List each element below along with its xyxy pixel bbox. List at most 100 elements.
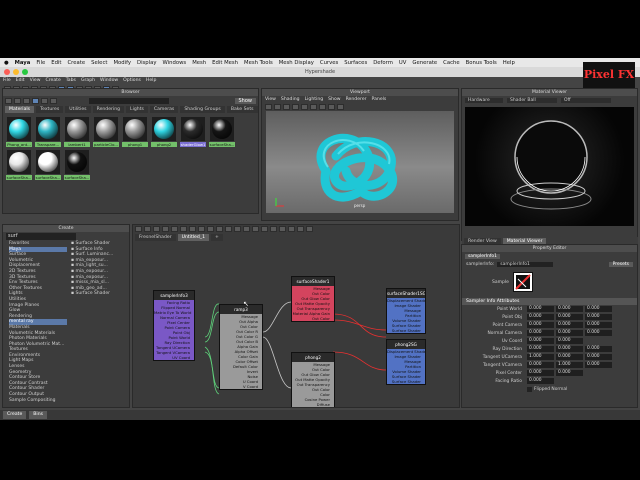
graph-btn[interactable] bbox=[153, 226, 160, 232]
graph-btn[interactable] bbox=[189, 226, 196, 232]
vp-btn[interactable] bbox=[274, 104, 281, 110]
graph-btn[interactable] bbox=[171, 226, 178, 232]
graph-btn[interactable] bbox=[243, 226, 250, 232]
attribute-field[interactable]: 0.000 bbox=[527, 330, 554, 336]
vp-btn[interactable] bbox=[310, 104, 317, 110]
menu-item[interactable]: Renderer bbox=[346, 97, 367, 102]
graph-btn[interactable] bbox=[297, 226, 304, 232]
material-swatch[interactable]: surfaceSha... bbox=[64, 150, 90, 180]
graph-btn[interactable] bbox=[216, 226, 223, 232]
attribute-field[interactable]: 0.000 bbox=[527, 362, 554, 368]
renderer-dropdown[interactable]: Hardware bbox=[465, 98, 503, 103]
graph-btn[interactable] bbox=[261, 226, 268, 232]
browser-tab[interactable]: Utilities bbox=[65, 106, 91, 113]
section-header[interactable]: Sampler Info Attributes bbox=[462, 298, 637, 305]
attribute-field[interactable]: 1.000 bbox=[556, 362, 583, 368]
graph-btn[interactable] bbox=[306, 226, 313, 232]
material-swatch[interactable]: phong2 bbox=[151, 117, 177, 147]
viewport-canvas[interactable]: persp bbox=[266, 111, 454, 213]
attribute-field[interactable]: 0.000 bbox=[527, 378, 554, 384]
bottom-tab[interactable]: Create bbox=[3, 411, 27, 419]
attribute-field[interactable]: 0.000 bbox=[585, 314, 612, 320]
attribute-field[interactable]: 0.000 bbox=[585, 330, 612, 336]
menu-item[interactable]: Graph bbox=[81, 78, 95, 84]
graph-tab[interactable]: FresnelShader bbox=[135, 234, 176, 241]
attribute-field[interactable]: 0.000 bbox=[556, 306, 583, 312]
menu-item[interactable]: UV bbox=[399, 60, 407, 66]
menu-item[interactable]: Tabs bbox=[66, 78, 76, 84]
browser-tab[interactable]: Lights bbox=[126, 106, 148, 113]
menu-item[interactable]: View bbox=[265, 97, 276, 102]
flipped-normal-checkbox[interactable] bbox=[527, 386, 532, 392]
browser-btn[interactable] bbox=[41, 97, 48, 104]
menu-item[interactable]: Window bbox=[100, 78, 118, 84]
menu-item[interactable]: Curves bbox=[320, 60, 338, 66]
result-item[interactable]: ▪ Surface Shader bbox=[71, 291, 129, 297]
graph-btn[interactable] bbox=[279, 226, 286, 232]
vp-btn[interactable] bbox=[292, 104, 299, 110]
menu-item[interactable]: Edit bbox=[16, 78, 25, 84]
attribute-field[interactable]: 0.000 bbox=[527, 322, 554, 328]
menu-item[interactable]: Mesh Display bbox=[279, 60, 314, 66]
attribute-field[interactable]: 0.000 bbox=[556, 346, 583, 352]
attribute-field[interactable]: 0.000 bbox=[556, 338, 583, 344]
graph-tab[interactable]: Untitled_1 bbox=[177, 234, 209, 241]
browser-tab[interactable]: Rendering bbox=[92, 106, 125, 113]
menu-item[interactable]: File bbox=[3, 78, 11, 84]
material-swatch[interactable]: surfaceSha... bbox=[6, 150, 32, 180]
bottom-tab[interactable]: Bins bbox=[29, 411, 47, 419]
attribute-field[interactable]: 0.000 bbox=[527, 346, 554, 352]
attribute-field[interactable]: 0.000 bbox=[585, 306, 612, 312]
material-swatch[interactable]: shaderGlow1 bbox=[180, 117, 206, 147]
menu-item[interactable]: Generate bbox=[412, 60, 437, 66]
menu-item[interactable]: Bonus Tools bbox=[466, 60, 497, 66]
graph-btn[interactable] bbox=[207, 226, 214, 232]
attribute-field[interactable]: 0.000 bbox=[556, 322, 583, 328]
menu-item[interactable]: Create bbox=[67, 60, 85, 66]
node-tab[interactable]: samplerInfo1 bbox=[465, 254, 500, 259]
material-swatch[interactable]: surfaceSha... bbox=[209, 117, 235, 147]
menu-item[interactable]: Modify bbox=[113, 60, 131, 66]
browser-tab[interactable]: Textures bbox=[36, 106, 64, 113]
presets-button[interactable]: Presets bbox=[608, 262, 633, 267]
browser-btn[interactable] bbox=[23, 97, 30, 104]
menu-item[interactable]: Show bbox=[328, 97, 340, 102]
menu-item[interactable]: Help bbox=[146, 78, 156, 84]
material-swatch[interactable]: lambert1 bbox=[64, 117, 90, 147]
menu-item[interactable]: Edit Mesh bbox=[212, 60, 238, 66]
menu-item[interactable]: Shading bbox=[281, 97, 300, 102]
attribute-field[interactable]: 0.000 bbox=[585, 346, 612, 352]
browser-tab[interactable]: Shading Groups bbox=[180, 106, 225, 113]
browser-tab[interactable]: Materials bbox=[5, 106, 35, 113]
node-name-field[interactable]: samplerInfo1 bbox=[497, 262, 554, 267]
attribute-field[interactable]: 0.000 bbox=[527, 314, 554, 320]
graph-btn[interactable] bbox=[198, 226, 205, 232]
menu-item[interactable]: Panels bbox=[372, 97, 387, 102]
material-swatch[interactable]: particleClo... bbox=[93, 117, 119, 147]
tree-item[interactable]: Sample Compositing bbox=[9, 398, 67, 404]
graph-btn[interactable] bbox=[162, 226, 169, 232]
minimize-button[interactable] bbox=[13, 69, 19, 75]
attribute-field[interactable]: 0.000 bbox=[556, 314, 583, 320]
menu-item[interactable]: Help bbox=[503, 60, 515, 66]
graph-canvas[interactable]: samplerInfo3 Facing Ratio Flipped Normal Ma… bbox=[133, 242, 459, 407]
create-search-input[interactable]: surf bbox=[6, 233, 76, 240]
geometry-dropdown[interactable]: Shader Ball bbox=[507, 98, 557, 103]
menu-item[interactable]: Select bbox=[91, 60, 107, 66]
browser-tab[interactable]: Cameras bbox=[149, 106, 179, 113]
graph-btn[interactable] bbox=[225, 226, 232, 232]
material-swatch[interactable]: phong1 bbox=[122, 117, 148, 147]
vp-btn[interactable] bbox=[265, 104, 272, 110]
zoom-button[interactable] bbox=[22, 69, 28, 75]
graph-btn[interactable] bbox=[135, 226, 142, 232]
env-dropdown[interactable]: Off bbox=[561, 98, 611, 103]
shader-node[interactable]: samplerInfo3 Facing Ratio Flipped Normal Ma… bbox=[153, 290, 195, 361]
shader-node[interactable]: surfaceShader1SG Displacement Shader Image… bbox=[386, 288, 426, 334]
graph-btn[interactable] bbox=[180, 226, 187, 232]
attribute-field[interactable]: 0.000 bbox=[585, 322, 612, 328]
shader-node[interactable]: ramp3 Message Out Alpha Out Color Out Color … bbox=[219, 304, 263, 390]
menu-item[interactable]: Options bbox=[123, 78, 141, 84]
browser-btn[interactable] bbox=[14, 97, 21, 104]
attribute-field[interactable]: 0.000 bbox=[585, 354, 612, 360]
menu-item[interactable]: Display bbox=[137, 60, 157, 66]
